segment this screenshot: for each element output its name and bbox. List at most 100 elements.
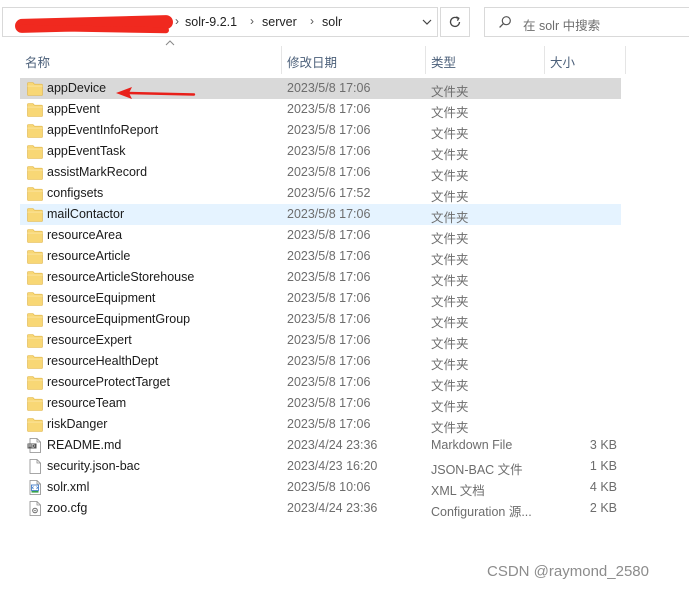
file-modified-date: 2023/5/8 17:06	[287, 207, 371, 221]
sort-ascending-icon	[165, 40, 175, 46]
file-modified-date: 2023/5/8 17:06	[287, 417, 371, 431]
file-modified-date: 2023/5/8 17:06	[287, 249, 371, 263]
file-modified-date: 2023/5/8 17:06	[287, 396, 371, 410]
file-type: 文件夹	[431, 148, 469, 162]
file-type: 文件夹	[431, 421, 469, 435]
file-name: riskDanger	[47, 417, 108, 431]
search-placeholder: 在 solr 中搜索	[523, 19, 601, 33]
file-type: 文件夹	[431, 274, 469, 288]
file-name: README.md	[47, 438, 122, 452]
file-name: resourceArticle	[47, 249, 131, 263]
file-type: 文件夹	[431, 253, 469, 267]
file-row[interactable]: resourceArea 2023/5/8 17:06 文件夹	[20, 225, 621, 246]
refresh-button[interactable]	[440, 7, 470, 37]
file-name: resourceTeam	[47, 396, 127, 410]
breadcrumb-item[interactable]: solr	[322, 15, 342, 29]
file-modified-date: 2023/5/8 17:06	[287, 144, 371, 158]
file-name: security.json-bac	[47, 459, 140, 473]
file-row[interactable]: resourceArticleStorehouse 2023/5/8 17:06 文…	[20, 267, 621, 288]
file-row[interactable]: security.json-bac 2023/4/23 16:20 JSON-BAC…	[20, 456, 621, 477]
file-name: appEventTask	[47, 144, 126, 158]
blank-file-icon	[27, 459, 43, 474]
file-modified-date: 2023/4/24 23:36	[287, 501, 378, 515]
file-row[interactable]: resourceEquipmentGroup 2023/5/8 17:06 文件夹	[20, 309, 621, 330]
file-modified-date: 2023/5/8 17:06	[287, 270, 371, 284]
file-type: 文件夹	[431, 169, 469, 183]
file-name: resourceArea	[47, 228, 123, 242]
column-header-type[interactable]: 类型	[426, 44, 544, 74]
file-row[interactable]: mailContactor 2023/5/8 17:06 文件夹	[20, 204, 621, 225]
file-row[interactable]: appEventInfoReport 2023/5/8 17:06 文件夹	[20, 120, 621, 141]
svg-text:MD: MD	[28, 444, 35, 449]
file-size: 2 KB	[589, 501, 617, 515]
file-name: zoo.cfg	[47, 501, 88, 515]
file-type: 文件夹	[431, 106, 469, 120]
breadcrumb-item[interactable]: server	[262, 15, 297, 29]
breadcrumb-chevron-icon: ›	[310, 14, 314, 28]
file-modified-date: 2023/5/8 17:06	[287, 333, 371, 347]
config-file-icon	[27, 501, 43, 516]
column-header-label: 名称	[25, 56, 51, 70]
file-name: resourceHealthDept	[47, 354, 159, 368]
file-modified-date: 2023/5/8 17:06	[287, 228, 371, 242]
folder-icon	[27, 102, 43, 117]
file-type: 文件夹	[431, 337, 469, 351]
file-row[interactable]: riskDanger 2023/5/8 17:06 文件夹	[20, 414, 621, 435]
folder-icon	[27, 249, 43, 264]
folder-icon	[27, 123, 43, 138]
breadcrumb-chevron-icon: ›	[175, 14, 179, 28]
file-row[interactable]: resourceProtectTarget 2023/5/8 17:06 文件夹	[20, 372, 621, 393]
search-box[interactable]: 在 solr 中搜索	[484, 7, 689, 37]
file-size: 3 KB	[589, 438, 617, 452]
folder-icon	[27, 354, 43, 369]
file-row[interactable]: solr.xml 2023/5/8 10:06 XML 文档 4 KB	[20, 477, 621, 498]
file-modified-date: 2023/5/8 17:06	[287, 81, 371, 95]
file-name: mailContactor	[47, 207, 125, 221]
refresh-icon	[449, 16, 461, 28]
folder-icon	[27, 165, 43, 180]
column-header-label: 大小	[550, 56, 576, 70]
file-row[interactable]: configsets 2023/5/6 17:52 文件夹	[20, 183, 621, 204]
column-divider[interactable]	[625, 46, 626, 74]
file-row[interactable]: resourceExpert 2023/5/8 17:06 文件夹	[20, 330, 621, 351]
file-row[interactable]: zoo.cfg 2023/4/24 23:36 Configuration 源...…	[20, 498, 621, 519]
address-bar[interactable]: › solr-9.2.1 › server › solr	[2, 7, 438, 37]
file-size: 4 KB	[589, 480, 617, 494]
breadcrumb-item[interactable]: solr-9.2.1	[185, 15, 237, 29]
file-modified-date: 2023/5/8 17:06	[287, 102, 371, 116]
red-arrow-annotation	[116, 87, 196, 99]
navigation-bar: › solr-9.2.1 › server › solr 在 solr 中搜索	[0, 0, 689, 44]
folder-icon	[27, 375, 43, 390]
file-modified-date: 2023/5/8 17:06	[287, 312, 371, 326]
column-header-name[interactable]: 名称	[20, 40, 281, 74]
folder-icon	[27, 144, 43, 159]
file-type: 文件夹	[431, 85, 469, 99]
file-row[interactable]: assistMarkRecord 2023/5/8 17:06 文件夹	[20, 162, 621, 183]
file-modified-date: 2023/5/8 17:06	[287, 165, 371, 179]
folder-icon	[27, 207, 43, 222]
file-row[interactable]: resourceEquipment 2023/5/8 17:06 文件夹	[20, 288, 621, 309]
file-type: XML 文档	[431, 484, 485, 498]
file-row[interactable]: resourceHealthDept 2023/5/8 17:06 文件夹	[20, 351, 621, 372]
file-type: 文件夹	[431, 295, 469, 309]
file-type: 文件夹	[431, 190, 469, 204]
file-type: 文件夹	[431, 211, 469, 225]
file-row[interactable]: resourceArticle 2023/5/8 17:06 文件夹	[20, 246, 621, 267]
file-row[interactable]: MD README.md 2023/4/24 23:36 Markdown File 3…	[20, 435, 621, 456]
column-header-size[interactable]: 大小	[545, 44, 625, 74]
folder-icon	[27, 312, 43, 327]
file-row[interactable]: appEventTask 2023/5/8 17:06 文件夹	[20, 141, 621, 162]
file-type: 文件夹	[431, 379, 469, 393]
file-modified-date: 2023/5/8 17:06	[287, 123, 371, 137]
file-row[interactable]: appDevice 2023/5/8 17:06 文件夹	[20, 78, 621, 99]
file-row[interactable]: appEvent 2023/5/8 17:06 文件夹	[20, 99, 621, 120]
search-icon	[498, 15, 512, 34]
file-modified-date: 2023/5/8 17:06	[287, 291, 371, 305]
file-name: resourceExpert	[47, 333, 132, 347]
address-history-dropdown[interactable]	[415, 8, 439, 36]
column-header-date[interactable]: 修改日期	[282, 44, 425, 74]
file-type: 文件夹	[431, 232, 469, 246]
folder-icon	[27, 186, 43, 201]
file-row[interactable]: resourceTeam 2023/5/8 17:06 文件夹	[20, 393, 621, 414]
file-name: configsets	[47, 186, 104, 200]
